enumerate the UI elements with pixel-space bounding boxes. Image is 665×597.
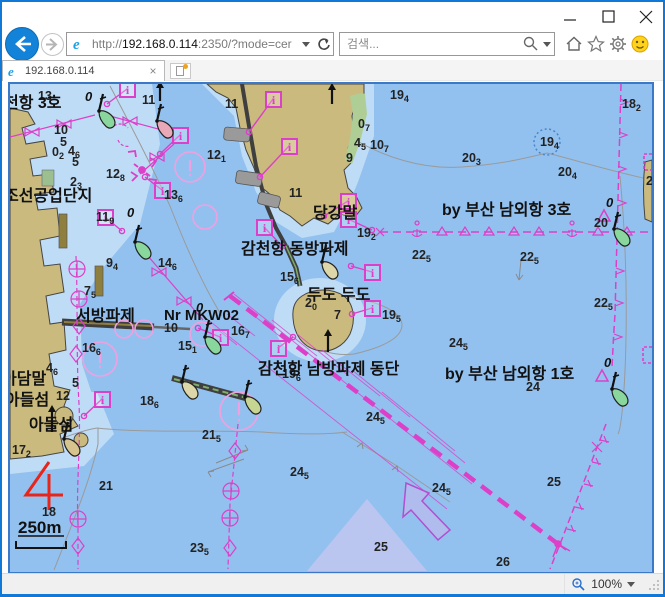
- svg-text:0: 0: [127, 205, 135, 220]
- new-tab-button[interactable]: [170, 63, 191, 79]
- smiley-icon: [630, 34, 650, 54]
- zoom-control[interactable]: 100%: [564, 574, 641, 594]
- place-label: 두도 두도: [307, 286, 371, 304]
- forward-button[interactable]: [41, 33, 64, 56]
- place-label: 아담말: [10, 369, 46, 388]
- depth-sounding: 26: [496, 555, 510, 569]
- depth-sounding: 2: [646, 174, 652, 188]
- nautical-chart[interactable]: iiiiiiiiiiiiii00000111311111941821054650…: [8, 82, 654, 574]
- url-text[interactable]: http://192.168.0.114:2350/?mode=cer: [92, 37, 299, 51]
- depth-sounding: 11: [142, 93, 155, 107]
- depth-sounding: 25: [374, 540, 388, 554]
- title-bar[interactable]: [2, 2, 663, 30]
- back-button[interactable]: [5, 27, 39, 61]
- place-label: 아들섬: [29, 416, 73, 434]
- close-button[interactable]: [631, 8, 661, 26]
- refresh-button[interactable]: [313, 33, 333, 55]
- tab-192-168-0-114[interactable]: e 192.168.0.114 ×: [2, 60, 165, 81]
- search-icon[interactable]: [522, 35, 540, 53]
- page-content: iiiiiiiiiiiiii00000111311111941821054650…: [2, 81, 663, 570]
- svg-text:0: 0: [604, 355, 612, 370]
- place-label: 당강말: [313, 203, 357, 222]
- tab-close-icon[interactable]: ×: [146, 64, 160, 78]
- chevron-down-icon: [302, 42, 310, 47]
- depth-sounding: 20: [594, 216, 608, 230]
- home-button[interactable]: [563, 34, 585, 56]
- ie-favicon: e: [7, 64, 21, 78]
- place-label: 조선공업단지: [10, 187, 92, 205]
- back-arrow-icon: [6, 28, 38, 60]
- depth-sounding: 7: [334, 308, 341, 322]
- minimize-button[interactable]: [555, 8, 585, 26]
- status-bar: 100%: [2, 573, 663, 594]
- depth-sounding: 5: [60, 135, 67, 149]
- search-dropdown-button[interactable]: [540, 33, 554, 55]
- resize-grip[interactable]: [647, 578, 661, 592]
- gear-icon: [608, 34, 628, 54]
- refresh-icon: [316, 37, 331, 52]
- zoom-magnifier-icon: [571, 577, 586, 592]
- place-label: 감천항 동방파제: [241, 239, 349, 258]
- chevron-down-icon: [627, 582, 635, 587]
- new-tab-star-icon: [183, 64, 188, 69]
- forward-arrow-icon: [42, 34, 63, 55]
- chevron-down-icon: [543, 42, 551, 47]
- maximize-icon: [603, 11, 614, 22]
- search-box[interactable]: [339, 32, 555, 56]
- depth-sounding: 5: [72, 376, 79, 390]
- place-label: by 부산 남외항 1호: [445, 364, 575, 383]
- address-bar[interactable]: e http://192.168.0.114:2350/?mode=cer: [66, 32, 334, 56]
- tab-bar: e 192.168.0.114 ×: [2, 60, 663, 81]
- depth-sounding: 11: [225, 97, 238, 111]
- place-label: 감천항 남방파제 동단: [258, 359, 400, 378]
- home-icon: [564, 34, 584, 54]
- place-label: 아들섬: [10, 391, 49, 409]
- favorites-button[interactable]: [585, 34, 607, 56]
- feedback-button[interactable]: [629, 34, 651, 56]
- svg-text:e: e: [8, 64, 14, 78]
- search-input[interactable]: [340, 37, 522, 51]
- depth-sounding: 25: [547, 475, 561, 489]
- place-label: by 부산 남외항 3호: [442, 200, 572, 219]
- depth-sounding: 9: [346, 151, 353, 165]
- svg-text:0: 0: [85, 89, 93, 104]
- place-label: 천항 3호: [10, 93, 62, 112]
- maximize-button[interactable]: [593, 8, 623, 26]
- depth-sounding: 5: [72, 155, 79, 169]
- depth-sounding: 21: [99, 479, 113, 493]
- svg-text:0: 0: [606, 195, 614, 210]
- scale-label: 250m: [18, 518, 61, 537]
- place-label: 서방파제: [76, 307, 135, 325]
- navigation-bar: e http://192.168.0.114:2350/?mode=cer: [2, 30, 663, 60]
- browser-window: e http://192.168.0.114:2350/?mode=cer: [0, 0, 665, 597]
- depth-sounding: 18: [42, 505, 56, 519]
- ie-logo-icon: e: [72, 36, 88, 52]
- close-icon: [631, 8, 661, 26]
- settings-button[interactable]: [607, 34, 629, 56]
- url-dropdown-button[interactable]: [299, 33, 313, 55]
- star-icon: [586, 34, 606, 54]
- depth-sounding: 12: [56, 389, 70, 403]
- zoom-level: 100%: [591, 577, 622, 591]
- place-label: Nr MKW02: [164, 307, 239, 324]
- tab-title: 192.168.0.114: [25, 65, 146, 77]
- svg-text:e: e: [73, 37, 80, 52]
- depth-sounding: 11: [289, 186, 302, 200]
